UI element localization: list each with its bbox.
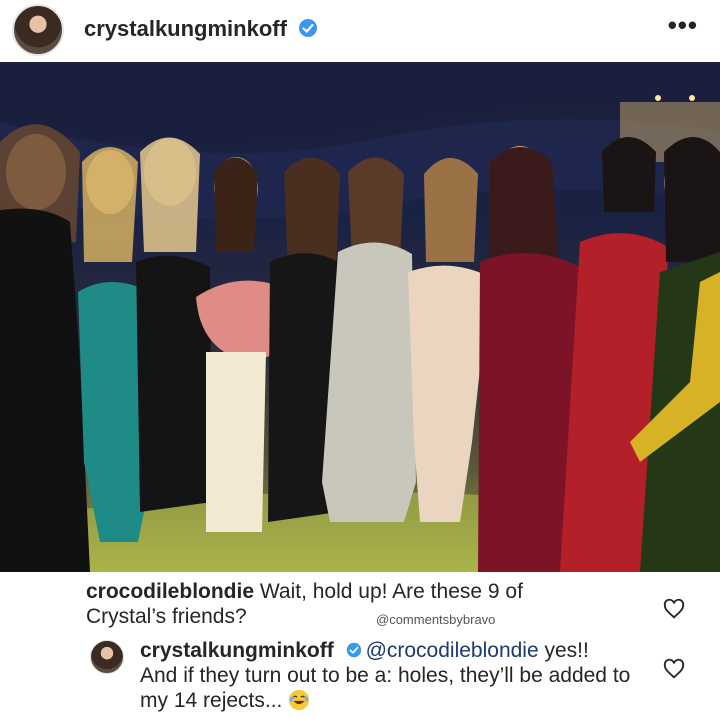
reply-avatar[interactable] [90,640,124,674]
comment-username[interactable]: crocodileblondie [86,580,254,603]
post-header: crystalkungminkoff ••• [0,0,720,60]
reply-text-after-mention: yes!! [538,639,589,662]
more-options-icon[interactable]: ••• [668,10,698,41]
profile-avatar[interactable] [12,4,64,56]
verified-icon [346,642,361,658]
watermark: @commentsbybravo [376,612,496,627]
comment: crocodileblondie Wait, hold up! Are thes… [86,579,606,629]
laughing-emoji-icon [289,689,310,711]
like-heart-icon[interactable] [663,598,685,620]
verified-icon [299,19,317,37]
post-photo [0,62,720,572]
post-username[interactable]: crystalkungminkoff [84,16,287,42]
reply-username[interactable]: crystalkungminkoff [140,639,334,662]
group-photo-illustration [0,62,720,572]
reply-text: And if they turn out to be a: holes, the… [140,664,631,712]
reply-comment: crystalkungminkoff @crocodileblondie yes… [140,638,660,713]
like-heart-icon[interactable] [663,658,685,680]
reply-mention[interactable]: @crocodileblondie [366,639,539,662]
